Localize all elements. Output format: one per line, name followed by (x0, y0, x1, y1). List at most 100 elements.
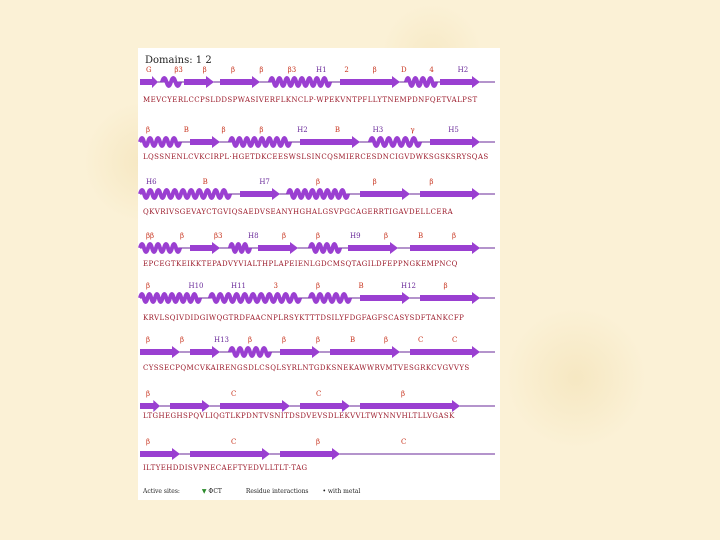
beta-strand-arrow (340, 76, 400, 88)
structure-label: β (231, 66, 235, 74)
beta-strand-arrow (190, 136, 220, 148)
structure-label: β (429, 178, 433, 186)
beta-strand-arrow (220, 400, 290, 412)
alpha-helix-coil (228, 136, 292, 148)
alpha-helix-coil (286, 188, 350, 200)
sequence-row-5: KRVLSQIVDIDGIWQGTRDFAACNPLRSYKTTTDSILYFD… (143, 314, 465, 322)
beta-strand-arrow (300, 400, 350, 412)
sequence-row-4: EPCEGTKEIKKTEPADVYVIALTHPLAPEIENLGDCMSQT… (143, 260, 458, 268)
structure-label: β3 (214, 232, 223, 240)
structure-label: β (146, 390, 150, 398)
topology-track-3: H6 B H7 β β β (138, 178, 495, 200)
structure-label: B (184, 126, 189, 134)
structure-label: H10 (189, 282, 204, 290)
topology-track-6: β β H13 β β β Bβ C C (140, 336, 495, 358)
beta-strand-arrow (440, 76, 480, 88)
beta-strand-arrow (348, 242, 398, 254)
structure-label: H5 (448, 126, 459, 134)
beta-strand-arrow (258, 242, 298, 254)
structure-label: β (180, 336, 184, 344)
structure-label: β (180, 232, 184, 240)
alpha-helix-coil (268, 76, 332, 88)
beta-strand-arrow (360, 292, 410, 304)
topology-track-8: β Cβ C (140, 438, 495, 460)
structure-label: B (359, 282, 364, 290)
beta-strand-arrow (280, 448, 340, 460)
structure-label: β (373, 66, 377, 74)
alpha-helix-coil (308, 292, 352, 304)
alpha-helix-coil (404, 76, 438, 88)
beta-strand-arrow (410, 242, 480, 254)
structure-label: β (203, 66, 207, 74)
structure-label: β (316, 282, 320, 290)
structure-label: β (452, 232, 456, 240)
alpha-helix-coil (368, 136, 422, 148)
structure-label: B (335, 126, 340, 134)
alpha-helix-coil (208, 292, 302, 304)
topology-track-5: β H10 H11 3 β B H12 β (138, 282, 495, 304)
beta-strand-arrow (190, 346, 220, 358)
structure-label: H2 (458, 66, 469, 74)
topology-panel (138, 48, 500, 500)
structure-label: β (282, 336, 286, 344)
structure-label: B (418, 232, 423, 240)
topology-track-4: ββ β β3 H8 β β H9 β Bβ (138, 232, 495, 254)
structure-label: H2 (297, 126, 308, 134)
structure-label: D (401, 66, 407, 74)
sequence-row-6: CYSSECPQMCVKAIRENGSDLCSQLSYRLNTGDKSNEKAW… (143, 364, 470, 372)
beta-strand-arrow (190, 448, 270, 460)
structure-label: H3 (373, 126, 384, 134)
beta-strand-arrow (330, 346, 400, 358)
topology-track-1: Gβ3 β β β β3 H1 2 β D 4 H2 (140, 66, 495, 88)
beta-strand-arrow (140, 400, 160, 412)
structure-label: β (316, 178, 320, 186)
structure-label: H9 (350, 232, 361, 240)
structure-label: γ (410, 126, 414, 134)
structure-label: β (146, 336, 150, 344)
structure-label: β (146, 282, 150, 290)
sequence-row-1: MEVCYERLCCPSLDDSPWASIVERFLKNCLP·WPEKVNTP… (143, 96, 478, 104)
structure-label: β (401, 390, 405, 398)
alpha-helix-coil (308, 242, 342, 254)
beta-strand-arrow (170, 400, 210, 412)
structure-label: β (316, 232, 320, 240)
alpha-helix-coil (160, 76, 182, 88)
structure-label: H11 (231, 282, 246, 290)
structure-label: 3 (274, 282, 278, 290)
structure-label: β (444, 282, 448, 290)
structure-label: β (384, 336, 388, 344)
sequence-row-7: LTGHEGHSPQVLIQGTLKPDNTVSNITDSDVEVSDLEKVV… (143, 412, 455, 420)
structure-label: β (373, 178, 377, 186)
structure-label: β (259, 66, 263, 74)
structure-label: H12 (401, 282, 416, 290)
structure-label: H6 (146, 178, 157, 186)
structure-label: β (222, 126, 226, 134)
structure-label: H7 (259, 178, 270, 186)
structure-label: β (384, 232, 388, 240)
alpha-helix-coil (138, 292, 202, 304)
structure-label: β3 (174, 66, 183, 74)
beta-strand-arrow (410, 346, 480, 358)
structure-label: C (401, 438, 406, 446)
structure-label: β (259, 126, 263, 134)
sequence-row-3: QKVRIVSGEVAYCTGVIQSAEDVSEANYHGHALGSVPGCA… (143, 208, 454, 216)
structure-label: H1 (316, 66, 327, 74)
structure-label: C (231, 390, 236, 398)
structure-label: G (146, 66, 152, 74)
structure-label: β (282, 232, 286, 240)
sequence-row-8: ILTYEHDDISVPNECAEFTYEDVLLTLT·TAG (143, 464, 308, 472)
beta-strand-arrow (420, 188, 480, 200)
topology-track-2: β Bβ β H2 B H3 γ H5 (138, 126, 495, 148)
beta-strand-arrow (430, 136, 480, 148)
structure-label: C (452, 336, 457, 344)
beta-strand-arrow (300, 136, 360, 148)
structure-label: 2 (344, 66, 348, 74)
beta-strand-arrow (240, 188, 280, 200)
alpha-helix-coil (138, 188, 232, 200)
alpha-helix-coil (138, 136, 182, 148)
beta-strand-arrow (140, 76, 158, 88)
beta-strand-arrow (140, 346, 180, 358)
structure-label: C (418, 336, 423, 344)
structure-label: β (146, 126, 150, 134)
structure-label: 4 (429, 66, 434, 74)
